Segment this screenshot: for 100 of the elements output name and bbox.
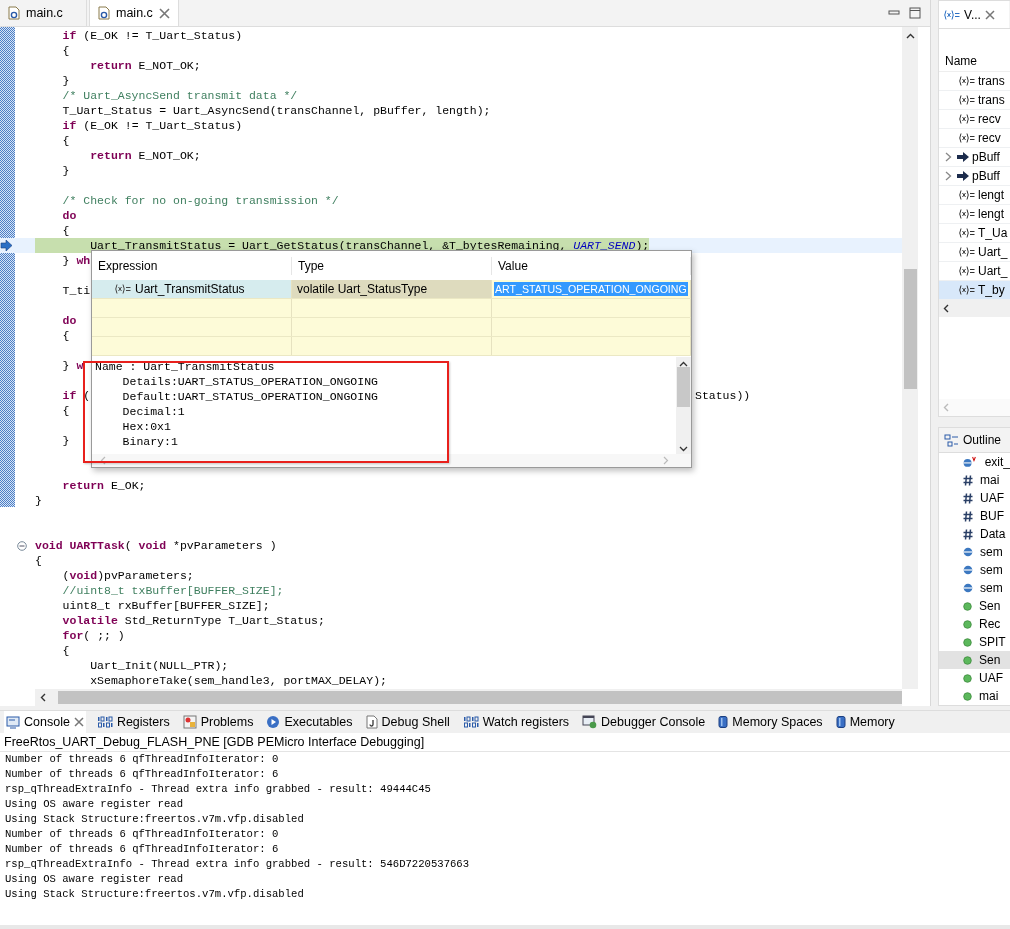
scroll-right-icon[interactable] — [663, 456, 669, 465]
code-line: void UARTTask( void *pvParameters ) — [35, 538, 277, 553]
expression-name: Uart_TransmitStatus — [135, 282, 245, 296]
code-line: { — [61, 403, 70, 418]
scroll-down-icon[interactable] — [679, 446, 688, 452]
outline-item[interactable]: mai — [939, 687, 1010, 705]
code-line: do — [61, 208, 77, 223]
horizontal-scrollbar[interactable] — [35, 689, 902, 706]
outline-name: mai — [979, 689, 999, 703]
console-tab[interactable]: Console — [4, 711, 86, 733]
horizontal-scrollbar[interactable] — [939, 300, 1010, 317]
variable-icon — [958, 228, 975, 238]
panel-title: Outline — [963, 433, 1002, 447]
outline-name: Data — [980, 527, 1006, 541]
console-line: Number of threads 6 qfThreadInfoIterator: 6 — [5, 767, 280, 782]
outline-name: Rec — [979, 617, 1001, 631]
type-cell: volatile Uart_StatusType — [292, 280, 492, 298]
outline-item[interactable]: Sen — [939, 597, 1010, 615]
scrollbar-thumb[interactable] — [677, 366, 690, 407]
code-line: Uart_Init(NULL_PTR); — [89, 658, 229, 673]
problems-icon — [182, 715, 197, 729]
close-icon[interactable] — [158, 7, 170, 19]
vertical-scrollbar[interactable] — [676, 357, 691, 454]
console-tab[interactable]: Problems — [180, 711, 256, 733]
variable-row[interactable]: pBuff — [939, 167, 1010, 186]
console-tab[interactable]: Watch registers — [460, 711, 572, 733]
code-line: if (E_OK != T_Uart_Status) — [61, 118, 243, 133]
outline-item[interactable]: Rec — [939, 615, 1010, 633]
column-header: Name — [939, 51, 1010, 72]
vertical-scrollbar[interactable] — [902, 27, 918, 689]
code-line: return E_NOT_OK; — [89, 148, 201, 163]
document-icon — [365, 715, 378, 729]
hash-icon — [963, 528, 973, 540]
outline-item[interactable]: UAF — [939, 489, 1010, 507]
code-line: if ( — [61, 388, 91, 403]
outline-item[interactable]: Sen — [939, 651, 1010, 669]
code-comment: //uint8_t txBuffer[BUFFER_SIZE]; — [61, 583, 284, 598]
variable-row[interactable]: recv — [939, 110, 1010, 129]
scroll-left-icon[interactable] — [40, 693, 46, 702]
outline-item[interactable]: sem — [939, 561, 1010, 579]
variable-row[interactable]: recv — [939, 129, 1010, 148]
console-line: rsp_qThreadExtraInfo - Thread extra info grabbed - result: 546D7220537663 — [5, 857, 471, 872]
variable-row[interactable]: trans — [939, 72, 1010, 91]
outline-item[interactable]: SPIT — [939, 633, 1010, 651]
horizontal-scrollbar[interactable] — [92, 454, 691, 467]
variable-row[interactable]: lengt — [939, 205, 1010, 224]
code-line: } — [61, 163, 70, 178]
console-tab[interactable]: Registers — [94, 711, 172, 733]
editor-tab[interactable]: main.c — [89, 0, 179, 26]
console-tab[interactable]: Debugger Console — [580, 711, 708, 733]
scroll-up-icon[interactable] — [905, 33, 915, 39]
code-line: return E_OK; — [61, 478, 146, 493]
code-line: T_Uart_Status = Uart_AsyncSend(transChannel, pBuffer, length); — [61, 103, 491, 118]
arrow-icon — [957, 171, 969, 181]
tab-label: Memory — [849, 715, 895, 729]
code-line: } wh — [61, 253, 91, 268]
console-tab[interactable]: Debug Shell — [363, 711, 452, 733]
console-tab[interactable]: Executables — [264, 711, 355, 733]
code-line: if (E_OK != T_Uart_Status) — [61, 28, 243, 43]
scroll-up-icon[interactable] — [679, 361, 688, 367]
scroll-left-icon[interactable] — [943, 304, 949, 313]
console-tab[interactable]: Memory — [833, 711, 897, 733]
variable-row[interactable]: lengt — [939, 186, 1010, 205]
console-tab[interactable]: Memory Spaces — [716, 711, 825, 733]
outline-name: sem — [980, 563, 1003, 577]
variable-row[interactable]: T_by — [939, 281, 1010, 300]
variable-icon — [958, 95, 975, 105]
detail-line: Name : Uart_TransmitStatus — [95, 359, 276, 374]
variable-name: pBuff — [972, 169, 1000, 183]
horizontal-scrollbar[interactable] — [939, 399, 1010, 416]
variable-row[interactable]: T_Ua — [939, 224, 1010, 243]
code-line: uint8_t rxBuffer[BUFFER_SIZE]; — [61, 598, 270, 613]
close-icon[interactable] — [984, 9, 995, 20]
outline-item[interactable]: BUF — [939, 507, 1010, 525]
collapse-icon[interactable] — [17, 540, 27, 551]
variable-icon — [958, 190, 975, 200]
detail-line: Default:UART_STATUS_OPERATION_ONGOING — [121, 389, 379, 404]
cylinder-icon — [835, 715, 846, 729]
variable-row[interactable]: pBuff — [939, 148, 1010, 167]
editor-tab[interactable]: main.c — [0, 0, 87, 26]
outline-item[interactable]: UAF — [939, 669, 1010, 687]
maximize-icon[interactable] — [909, 7, 921, 19]
variable-row[interactable]: trans — [939, 91, 1010, 110]
tab-label: Console — [24, 715, 70, 729]
tab-label: Executables — [284, 715, 353, 729]
outline-name: mai — [980, 473, 1000, 487]
variables-tab[interactable]: V... — [939, 1, 1009, 28]
console-line: rsp_qThreadExtraInfo - Thread extra info grabbed - result: 49444C45 — [5, 782, 432, 797]
outline-item[interactable]: sem — [939, 579, 1010, 597]
outline-item[interactable]: mai — [939, 471, 1010, 489]
outline-item[interactable]: sem — [939, 543, 1010, 561]
detail-line: Binary:1 — [121, 434, 179, 449]
variable-name: recv — [978, 112, 1001, 126]
code-line: { — [61, 223, 70, 238]
variable-icon — [943, 9, 960, 20]
outline-item[interactable]: exit_ — [939, 453, 1010, 471]
variable-row[interactable]: Uart_ — [939, 243, 1010, 262]
scrollbar-thumb[interactable] — [903, 269, 917, 389]
outline-item[interactable]: Data — [939, 525, 1010, 543]
close-icon[interactable] — [73, 717, 84, 727]
